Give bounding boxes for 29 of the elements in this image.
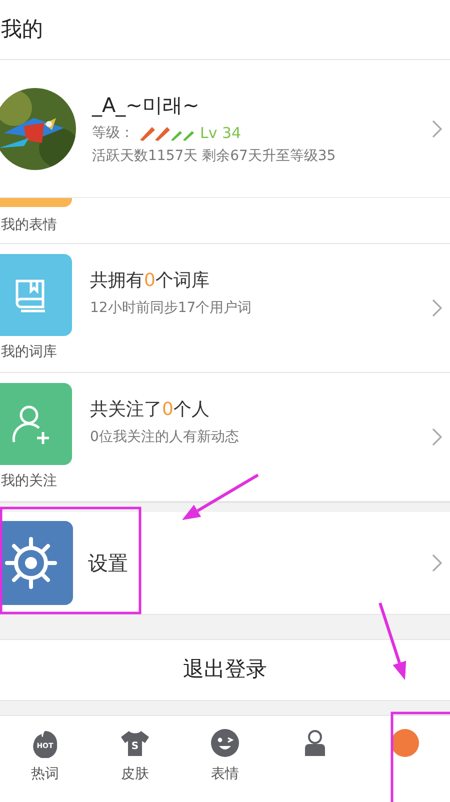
tile-label: 我的关注 [1,472,57,490]
chevron-right-icon [432,554,442,572]
gear-icon [4,536,58,590]
chevron-right-icon [432,428,442,446]
settings-label: 设置 [88,550,128,577]
logout-button[interactable]: 退出登录 [0,639,450,701]
entry-title: 共拥有0个词库 [90,269,210,293]
follow-row[interactable]: 我的关注 共关注了0个人 0位我关注的人有新动态 [0,373,450,502]
shirt-icon: S [119,728,151,758]
wink-face-icon [210,728,240,758]
chevron-right-icon [432,299,442,317]
profile-row[interactable]: _A_~미래~ 等级： Lv 34 活跃天数1157天 剩余67天升至等级35 [0,60,450,198]
tab[interactable]: 表情 [180,716,270,802]
pencils-icon [138,125,196,141]
emoji-tile[interactable] [0,198,72,207]
entry-detail: 12小时前同步17个用户词 [90,299,252,318]
settings-row[interactable]: 设置 [0,512,450,615]
activity-text: 活跃天数1157天 剩余67天升至等级35 [92,147,336,166]
chevron-right-icon [432,120,442,138]
dict-row[interactable]: 我的词库 共拥有0个词库 12小时前同步17个用户词 [0,244,450,373]
tab[interactable]: S 皮肤 [90,716,180,802]
page-title: 我的 [1,16,43,43]
user-name: _A_~미래~ [92,92,200,119]
tile-label: 我的词库 [1,342,57,362]
entry-detail: 0位我关注的人有新动态 [90,428,239,447]
level-label: 等级： [92,124,134,142]
level-text: Lv 34 [200,122,242,144]
tile-label: 我的表情 [1,216,58,235]
entry-title: 共关注了0个人 [90,398,210,422]
